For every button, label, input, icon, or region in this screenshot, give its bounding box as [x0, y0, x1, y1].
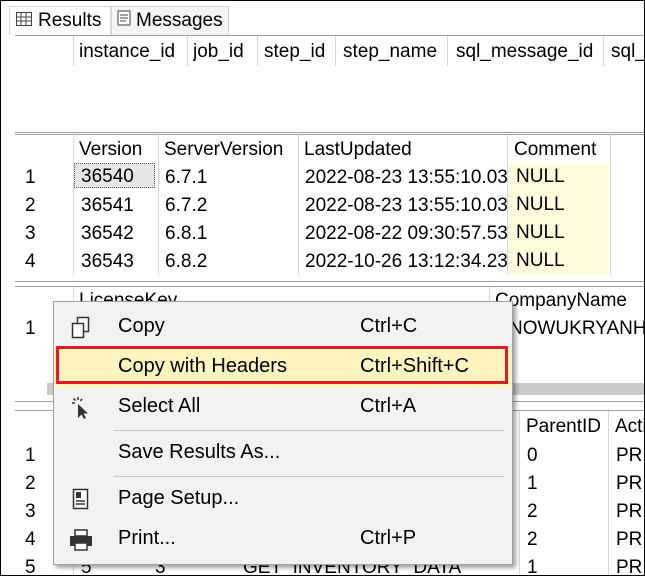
- table-cell[interactable]: 0: [527, 442, 538, 469]
- column-header[interactable]: CompanyName: [495, 287, 627, 314]
- menu-item-label: Page Setup...: [118, 487, 240, 509]
- tab-results[interactable]: Results: [9, 6, 111, 35]
- column-header[interactable]: instance_id: [79, 38, 175, 65]
- menu-item-copy[interactable]: Copy Ctrl+C: [54, 308, 512, 348]
- table-cell[interactable]: 1: [527, 470, 538, 497]
- table-cell[interactable]: 2022-10-26 13:12:34.23: [305, 248, 508, 275]
- table-cell[interactable]: PR: [616, 554, 644, 575]
- menu-item-label: Copy: [118, 315, 165, 337]
- table-cell[interactable]: 6.7.1: [165, 164, 207, 191]
- column-header[interactable]: sql_: [611, 38, 644, 65]
- column-header[interactable]: ServerVersion: [164, 136, 283, 163]
- column-header[interactable]: Comment: [514, 136, 596, 163]
- table-cell[interactable]: 6.8.1: [165, 220, 207, 247]
- menu-item-shortcut: Ctrl+P: [360, 527, 417, 549]
- menu-item-page-setup[interactable]: Page Setup...: [54, 480, 512, 520]
- column-header[interactable]: sql_message_id: [456, 38, 593, 65]
- messages-icon: [116, 10, 132, 32]
- row-number[interactable]: 4: [25, 248, 36, 275]
- table-cell[interactable]: NOWUKRYANH: [509, 315, 644, 342]
- table-cell[interactable]: 36542: [81, 220, 134, 247]
- row-number[interactable]: 4: [25, 526, 36, 553]
- select-all-icon: [68, 396, 94, 420]
- table-cell[interactable]: PR: [616, 498, 644, 525]
- menu-item-shortcut: Ctrl+A: [360, 395, 417, 417]
- page-setup-icon: [68, 488, 94, 512]
- menu-item-print[interactable]: Print... Ctrl+P: [54, 520, 512, 560]
- menu-item-shortcut: Ctrl+C: [360, 315, 418, 337]
- results-grid-1[interactable]: instance_id job_id step_id step_name sql…: [15, 35, 644, 133]
- results-pane: Results Messages instance_id job_id step…: [0, 0, 645, 576]
- table-cell[interactable]: 2022-08-22 09:30:57.53: [305, 220, 508, 247]
- results-tabs: Results Messages: [1, 1, 644, 35]
- tab-messages[interactable]: Messages: [111, 6, 229, 35]
- column-header[interactable]: ParentID: [526, 413, 601, 440]
- row-number[interactable]: 5: [25, 554, 36, 575]
- row-number[interactable]: 1: [25, 315, 36, 342]
- printer-icon: [68, 528, 94, 552]
- menu-separator: [114, 430, 504, 431]
- table-cell[interactable]: 36543: [81, 248, 134, 275]
- table-cell-null[interactable]: NULL: [508, 247, 609, 275]
- grid-icon: [16, 10, 32, 32]
- table-cell[interactable]: PR: [616, 526, 644, 553]
- table-cell[interactable]: 1: [527, 554, 538, 575]
- column-header[interactable]: job_id: [193, 38, 244, 65]
- column-header[interactable]: step_id: [264, 38, 325, 65]
- left-gutter: [1, 35, 15, 575]
- table-cell-null[interactable]: NULL: [508, 163, 609, 191]
- table-cell-null[interactable]: NULL: [508, 191, 609, 219]
- table-cell[interactable]: PR: [616, 442, 644, 469]
- column-header[interactable]: Acti: [615, 413, 644, 440]
- tab-messages-label: Messages: [136, 10, 223, 31]
- column-header[interactable]: LastUpdated: [304, 136, 412, 163]
- context-menu: Copy Ctrl+C Copy with Headers Ctrl+Shift…: [53, 301, 513, 565]
- menu-item-label: Print...: [118, 527, 176, 549]
- table-cell[interactable]: 2: [527, 526, 538, 553]
- table-cell[interactable]: 6.8.2: [165, 248, 207, 275]
- table-cell[interactable]: 36541: [81, 192, 134, 219]
- menu-item-label: Save Results As...: [118, 441, 281, 463]
- row-number[interactable]: 1: [25, 164, 36, 191]
- table-cell[interactable]: PR: [616, 470, 644, 497]
- table-cell[interactable]: 2022-08-23 13:55:10.03: [305, 192, 508, 219]
- menu-item-save-results-as[interactable]: Save Results As...: [54, 434, 512, 474]
- table-cell[interactable]: 6.7.2: [165, 192, 207, 219]
- selected-cell[interactable]: 36540: [74, 163, 155, 188]
- row-number[interactable]: 3: [25, 220, 36, 247]
- row-number[interactable]: 3: [25, 498, 36, 525]
- column-header[interactable]: step_name: [343, 38, 437, 65]
- results-grid-2[interactable]: Version ServerVersion LastUpdated Commen…: [15, 134, 644, 282]
- table-cell-null[interactable]: NULL: [508, 219, 609, 247]
- table-cell[interactable]: 2022-08-23 13:55:10.03: [305, 164, 508, 191]
- row-number[interactable]: 2: [25, 470, 36, 497]
- column-header[interactable]: Version: [79, 136, 142, 163]
- tab-results-label: Results: [38, 10, 102, 31]
- row-number[interactable]: 1: [25, 442, 36, 469]
- menu-item-select-all[interactable]: Select All Ctrl+A: [54, 388, 512, 428]
- menu-separator: [114, 476, 504, 477]
- highlight-box: [56, 346, 508, 384]
- copy-icon: [68, 316, 94, 340]
- table-cell[interactable]: 2: [527, 498, 538, 525]
- menu-item-label: Select All: [118, 395, 201, 417]
- row-number[interactable]: 2: [25, 192, 36, 219]
